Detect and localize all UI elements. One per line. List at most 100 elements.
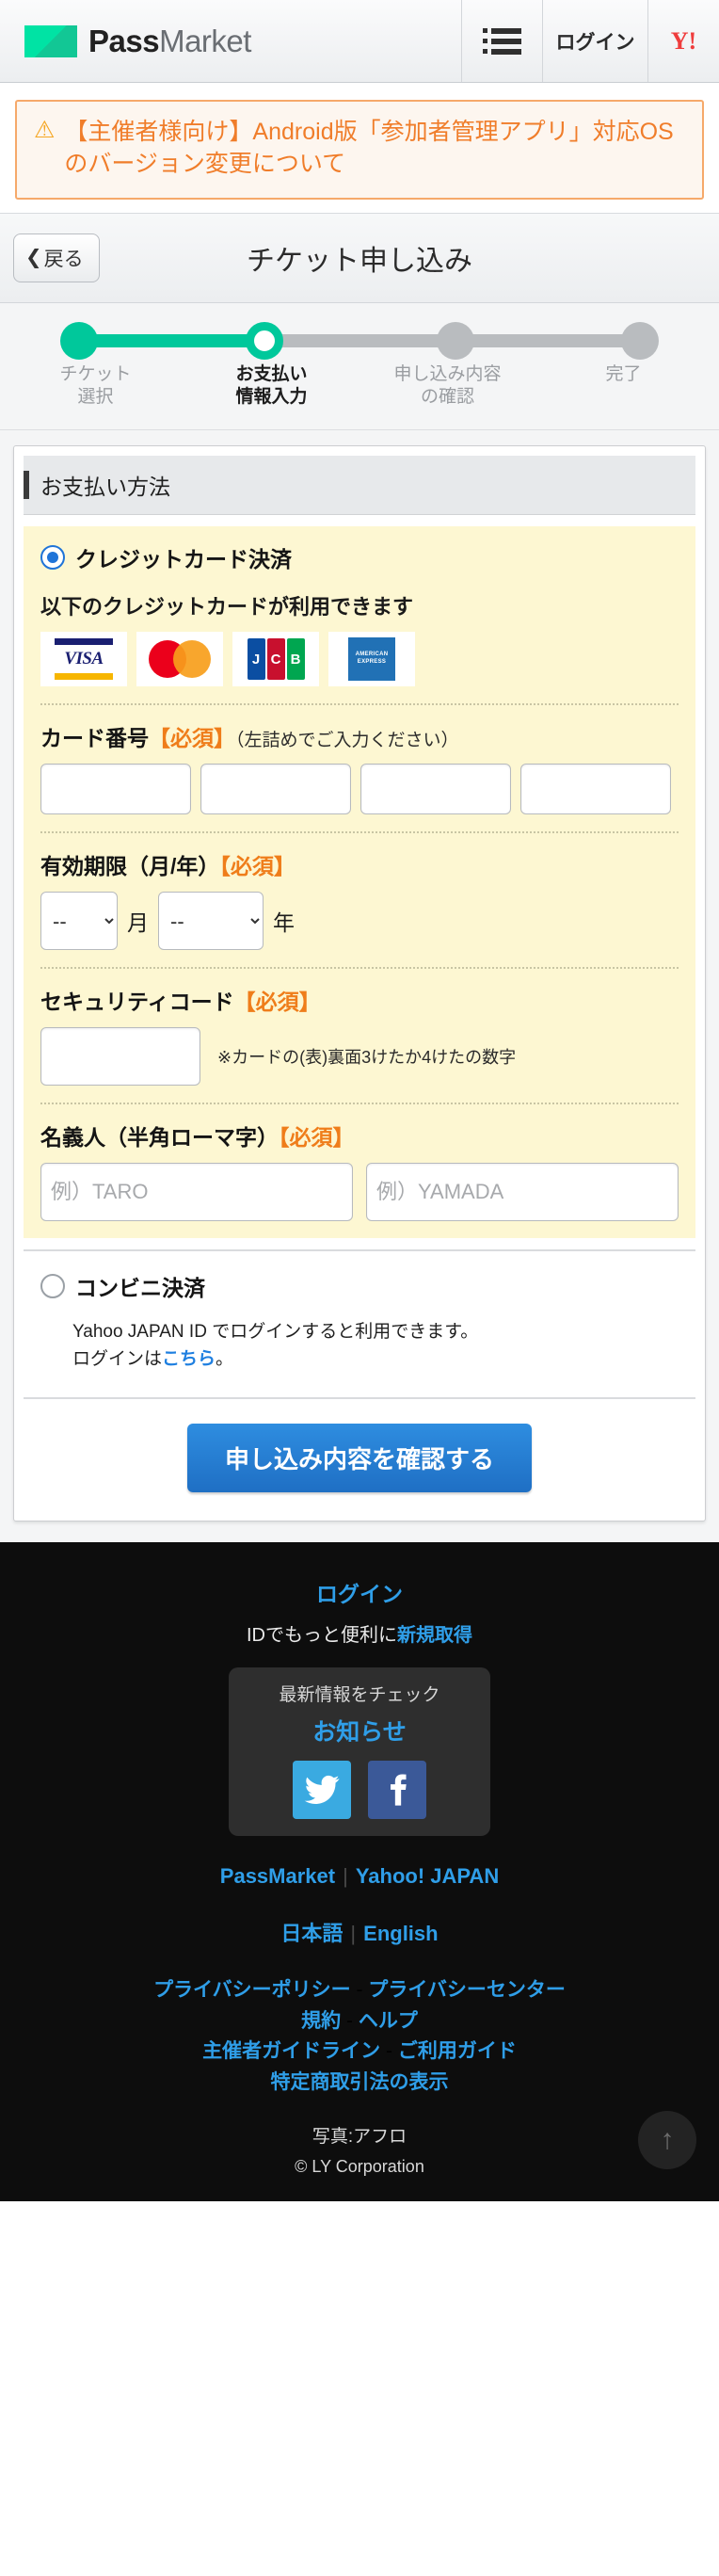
footer-id-text: IDでもっと便利に bbox=[247, 1625, 397, 1647]
back-button[interactable]: ❮ 戻る bbox=[13, 233, 100, 282]
page-body: お支払い方法 クレジットカード決済 以下のクレジットカードが利用できます VIS… bbox=[0, 430, 719, 1543]
expiry-required-badge: 【必須】 bbox=[219, 854, 296, 879]
confirm-order-button[interactable]: 申し込み内容を確認する bbox=[186, 1424, 532, 1493]
card-number-input-1[interactable] bbox=[40, 764, 191, 815]
footer-link-sep-3: - bbox=[386, 2040, 392, 2063]
news-link[interactable]: お知らせ bbox=[229, 1714, 490, 1747]
footer-help-link[interactable]: ヘルプ bbox=[359, 2010, 418, 2032]
card-number-input-3[interactable] bbox=[360, 764, 511, 815]
announcement-banner[interactable]: ⚠ 【主催者様向け】Android版「参加者管理アプリ」対応OSのバージョン変更… bbox=[15, 100, 704, 200]
conveni-radio-label: コンビニ決済 bbox=[75, 1276, 205, 1301]
footer-link-sep-1: - bbox=[356, 1979, 363, 2002]
footer-link-sep-2: - bbox=[346, 2009, 353, 2032]
announcement-text: 【主催者様向け】Android版「参加者管理アプリ」対応OSのバージョン変更につ… bbox=[64, 119, 674, 177]
conveni-note-line2-post: 。 bbox=[216, 1348, 234, 1369]
conveni-radio-row[interactable]: コンビニ決済 bbox=[40, 1270, 679, 1306]
stepper-dot-3 bbox=[437, 321, 475, 360]
brand-wordmark-bold: Pass bbox=[88, 23, 160, 58]
holder-name-label: 名義人（半角ローマ字）【必須】 bbox=[40, 1119, 679, 1151]
holder-first-name-input[interactable] bbox=[40, 1163, 353, 1222]
footer-terms-link[interactable]: 規約 bbox=[301, 2010, 341, 2032]
footer-passmarket-link[interactable]: PassMarket bbox=[220, 1864, 335, 1888]
card-number-inputs bbox=[40, 764, 679, 815]
footer-privacy-policy-link[interactable]: プライバシーポリシー bbox=[153, 1979, 351, 2001]
credit-card-radio[interactable] bbox=[40, 545, 65, 571]
accepted-card-logos: VISA JCB AMERICAN EXPRESS bbox=[40, 632, 679, 687]
brand-logo[interactable]: PassMarket bbox=[0, 0, 461, 82]
alert-container: ⚠ 【主催者様向け】Android版「参加者管理アプリ」対応OSのバージョン変更… bbox=[0, 83, 719, 213]
stepper-label-4: 完了 bbox=[535, 363, 711, 410]
stepper-label-1-line1: チケット bbox=[59, 363, 132, 384]
expiry-year-select[interactable]: -- bbox=[158, 892, 264, 951]
expiry-month-unit: 月 bbox=[127, 910, 149, 936]
footer-language-row: 日本語 | English bbox=[0, 1917, 719, 1947]
twitter-icon[interactable] bbox=[293, 1761, 351, 1820]
footer-login-link[interactable]: ログイン bbox=[316, 1576, 403, 1608]
amex-logo-icon: AMERICAN EXPRESS bbox=[328, 632, 415, 687]
security-code-input[interactable] bbox=[40, 1027, 200, 1087]
footer-commercial-law-link[interactable]: 特定商取引法の表示 bbox=[271, 2071, 449, 2093]
footer-yahoo-japan-link[interactable]: Yahoo! JAPAN bbox=[356, 1864, 499, 1888]
stepper-dot-2 bbox=[246, 321, 284, 360]
stepper-dot-4 bbox=[621, 321, 659, 360]
expiry-label-text: 有効期限（月/年） bbox=[40, 854, 220, 879]
security-code-controls: ※カードの(表)裏面3けたか4けたの数字 bbox=[40, 1027, 679, 1087]
expiry-month-select[interactable]: -- bbox=[40, 892, 118, 951]
footer-brand-row: PassMarket | Yahoo! JAPAN bbox=[0, 1864, 719, 1889]
social-links bbox=[229, 1761, 490, 1820]
footer-links-line-2: 規約 - ヘルプ bbox=[0, 2006, 719, 2037]
footer-language-sep: | bbox=[350, 1922, 357, 1946]
expiry-label: 有効期限（月/年）【必須】 bbox=[40, 848, 679, 880]
footer-japanese-link[interactable]: 日本語 bbox=[280, 1922, 343, 1945]
menu-button[interactable] bbox=[461, 0, 542, 82]
stepper-label-3-line1: 申し込み内容 bbox=[393, 363, 502, 384]
facebook-icon[interactable] bbox=[368, 1761, 426, 1820]
security-code-note: ※カードの(表)裏面3けたか4けたの数字 bbox=[217, 1048, 517, 1068]
footer-english-link[interactable]: English bbox=[363, 1922, 438, 1945]
site-footer: ログイン IDでもっと便利に新規取得 最新情報をチェック お知らせ PassMa… bbox=[0, 1542, 719, 2202]
card-number-input-4[interactable] bbox=[520, 764, 671, 815]
card-number-field-group: カード番号【必須】（左詰めでご入力ください） bbox=[24, 705, 695, 831]
footer-usage-guide-link[interactable]: ご利用ガイド bbox=[398, 2040, 517, 2062]
card-number-input-2[interactable] bbox=[200, 764, 351, 815]
footer-photo-credit: 写真:アフロ bbox=[312, 2127, 407, 2148]
header-login-label: ログイン bbox=[555, 31, 635, 54]
arrow-up-icon[interactable]: ↑ bbox=[638, 2111, 696, 2170]
conveni-radio[interactable] bbox=[40, 1274, 65, 1299]
holder-name-inputs bbox=[40, 1163, 679, 1222]
site-header: PassMarket ログイン Y! bbox=[0, 0, 719, 83]
chevron-left-icon: ❮ bbox=[25, 247, 42, 268]
section-accent-bar bbox=[24, 471, 29, 500]
card-number-hint: （左詰めでご入力ください） bbox=[235, 731, 459, 751]
list-menu-icon bbox=[483, 27, 521, 55]
footer-privacy-center-link[interactable]: プライバシーセンター bbox=[368, 1979, 566, 2001]
holder-last-name-input[interactable] bbox=[366, 1163, 679, 1222]
payment-section-header: お支払い方法 bbox=[24, 456, 695, 516]
footer-new-id-link[interactable]: 新規取得 bbox=[397, 1625, 472, 1646]
footer-id-line: IDでもっと便利に新規取得 bbox=[0, 1619, 719, 1647]
passmarket-logo-mark bbox=[24, 24, 77, 57]
footer-links-line-3: 主催者ガイドライン - ご利用ガイド bbox=[0, 2037, 719, 2068]
header-login-button[interactable]: ログイン bbox=[542, 0, 647, 82]
stepper-label-1: チケット 選択 bbox=[8, 363, 184, 410]
conveni-note-line1: Yahoo JAPAN ID でログインすると利用できます。 bbox=[72, 1322, 479, 1343]
progress-stepper: チケット 選択 お支払い 情報入力 申し込み内容 の確認 完了 bbox=[0, 302, 719, 431]
conveni-login-link[interactable]: こちら bbox=[162, 1349, 216, 1369]
back-button-label: 戻る bbox=[43, 248, 84, 270]
security-code-required-badge: 【必須】 bbox=[233, 990, 321, 1015]
holder-name-field-group: 名義人（半角ローマ字）【必須】 bbox=[24, 1104, 695, 1238]
jcb-logo-icon: JCB bbox=[232, 632, 319, 687]
conveni-note-line2-pre: ログインは bbox=[72, 1348, 163, 1369]
credit-card-option[interactable]: クレジットカード決済 以下のクレジットカードが利用できます VISA J C B… bbox=[24, 526, 695, 703]
footer-copyright: © LY Corporation bbox=[295, 2157, 424, 2177]
footer-organizer-guideline-link[interactable]: 主催者ガイドライン bbox=[202, 2040, 380, 2062]
stepper-label-3: 申し込み内容 の確認 bbox=[360, 363, 535, 410]
credit-card-radio-label: クレジットカード決済 bbox=[75, 547, 292, 572]
stepper-label-1-line2: 選択 bbox=[77, 386, 114, 407]
credit-card-radio-row[interactable]: クレジットカード決済 bbox=[40, 541, 679, 577]
expiry-field-group: 有効期限（月/年）【必須】 -- 月 -- 年 bbox=[24, 833, 695, 967]
expiry-year-unit: 年 bbox=[273, 910, 295, 936]
conveni-payment-option[interactable]: コンビニ決済 Yahoo JAPAN ID でログインすると利用できます。 ログ… bbox=[24, 1249, 695, 1380]
brand-wordmark-light: Market bbox=[159, 23, 251, 58]
yahoo-button[interactable]: Y! bbox=[647, 0, 719, 82]
